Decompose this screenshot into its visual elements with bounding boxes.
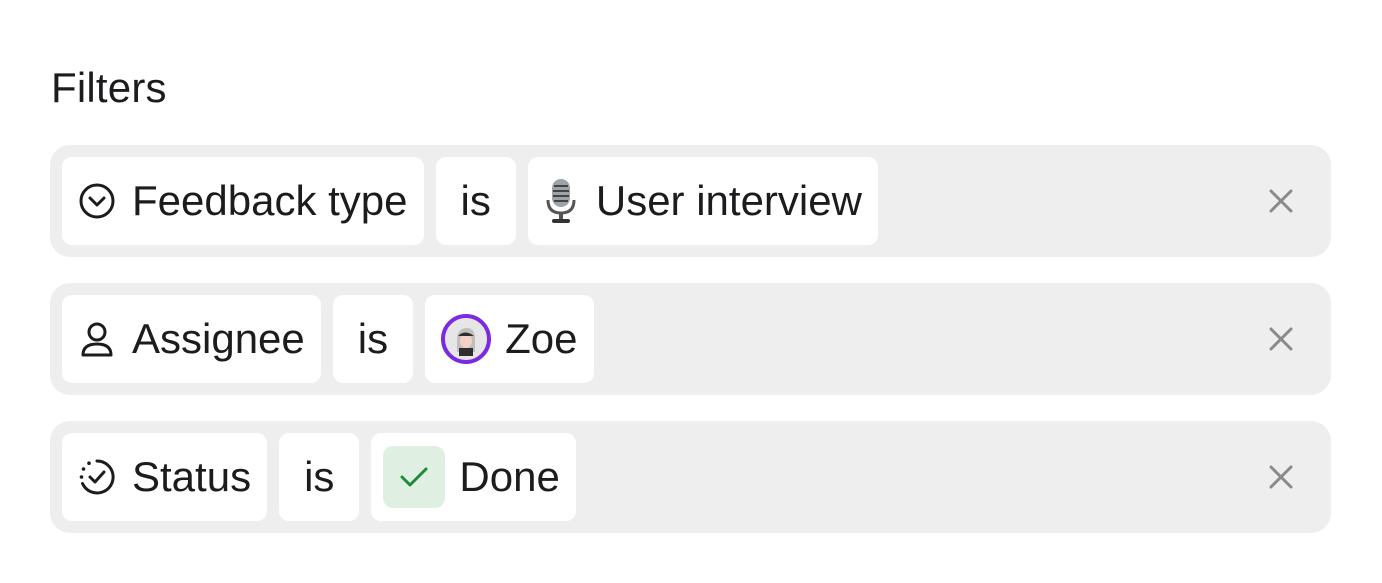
- filter-field-label: Feedback type: [132, 177, 408, 224]
- filters-title: Filters: [51, 64, 167, 111]
- filter-value-label: Done: [459, 453, 560, 500]
- filter-field-chip[interactable]: Status: [62, 433, 268, 521]
- filter-row-assignee: Assignee is Zoe: [50, 283, 1331, 395]
- filter-list: Feedback type is User interview Assignee…: [50, 145, 1331, 559]
- filter-row-feedback-type: Feedback type is User interview: [50, 145, 1331, 257]
- filter-field-label: Assignee: [132, 315, 305, 362]
- avatar: [441, 314, 492, 364]
- filter-field-chip[interactable]: Assignee: [62, 295, 321, 383]
- remove-filter-button[interactable]: [1267, 187, 1295, 215]
- filter-field-chip[interactable]: Feedback type: [62, 157, 424, 245]
- filter-operator-label: is: [460, 177, 491, 224]
- remove-filter-button[interactable]: [1267, 463, 1295, 491]
- filter-value-label: Zoe: [505, 315, 578, 362]
- filter-value-chip[interactable]: Zoe: [425, 295, 594, 383]
- close-icon: [1269, 189, 1293, 213]
- microphone-icon: [544, 178, 578, 224]
- filter-value-chip[interactable]: Done: [371, 433, 576, 521]
- filter-row-status: Status is Done: [50, 421, 1331, 533]
- close-icon: [1269, 327, 1293, 351]
- close-icon: [1269, 465, 1293, 489]
- user-icon: [78, 320, 116, 358]
- filter-operator-chip[interactable]: is: [332, 295, 414, 383]
- check-icon: [383, 446, 446, 508]
- filter-value-label: User interview: [595, 177, 862, 224]
- filter-operator-chip[interactable]: is: [279, 433, 360, 521]
- filter-operator-chip[interactable]: is: [435, 157, 516, 245]
- filter-field-label: Status: [132, 453, 252, 500]
- chevron-down-circle-icon: [78, 182, 116, 220]
- filter-operator-label: is: [304, 453, 335, 500]
- status-dashed-check-icon: [78, 458, 116, 496]
- filter-operator-label: is: [357, 315, 389, 362]
- remove-filter-button[interactable]: [1267, 325, 1295, 353]
- filter-value-chip[interactable]: User interview: [527, 157, 878, 245]
